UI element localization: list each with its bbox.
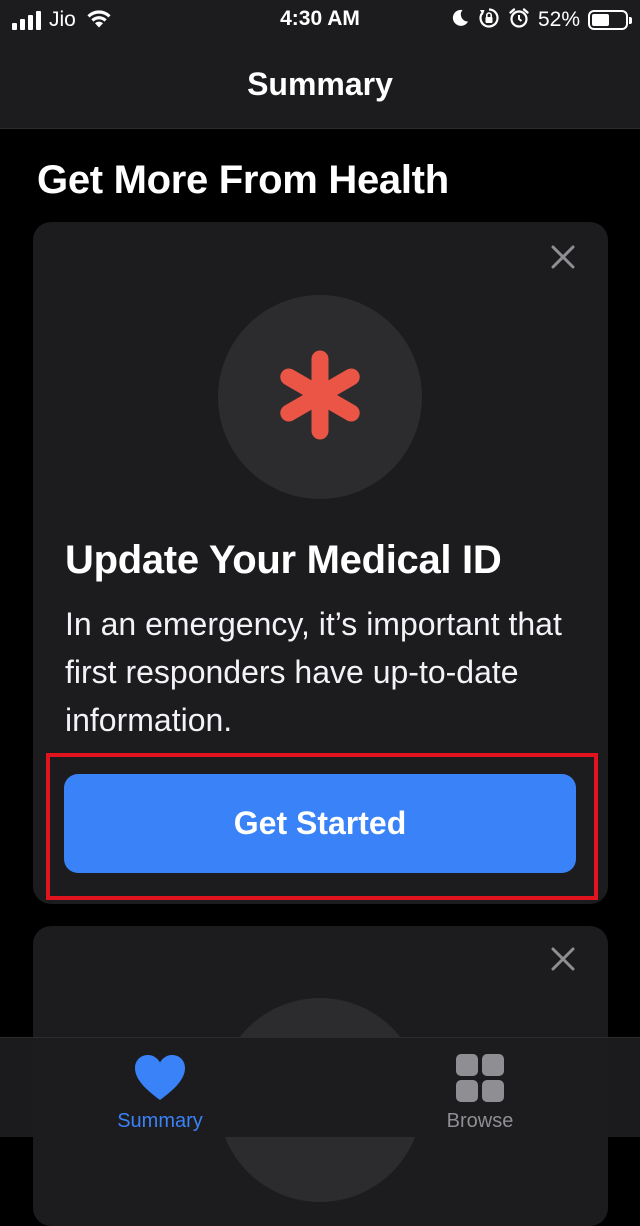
section-header: Get More From Health — [37, 158, 449, 202]
battery-icon — [588, 10, 632, 30]
medical-icon-circle — [218, 295, 422, 499]
tab-browse[interactable]: Browse — [320, 1038, 640, 1137]
status-bar-right: 52% — [450, 6, 632, 34]
close-icon[interactable] — [548, 944, 578, 974]
heart-icon — [132, 1050, 188, 1106]
battery-level — [592, 14, 609, 26]
alarm-icon — [508, 7, 530, 34]
tab-label: Browse — [446, 1110, 514, 1132]
orientation-lock-icon — [478, 7, 500, 34]
card-title: Update Your Medical ID — [65, 538, 502, 582]
tab-summary[interactable]: Summary — [0, 1038, 320, 1137]
top-bar: Jio 4:30 AM 52% Summary — [0, 0, 640, 129]
page-title: Summary — [247, 66, 393, 102]
status-bar: Jio 4:30 AM 52% — [0, 0, 640, 40]
moon-icon — [450, 8, 470, 33]
get-started-button[interactable]: Get Started — [64, 774, 576, 873]
card-description: In an emergency, it’s important that fir… — [65, 606, 562, 738]
battery-nub — [629, 17, 632, 24]
tab-label: Summary — [117, 1110, 203, 1132]
grid-icon — [452, 1050, 508, 1106]
battery-percent: 52% — [537, 8, 580, 31]
tab-bar: Summary Browse — [0, 1037, 640, 1137]
close-icon[interactable] — [548, 242, 578, 272]
medical-asterisk-icon — [275, 350, 365, 445]
